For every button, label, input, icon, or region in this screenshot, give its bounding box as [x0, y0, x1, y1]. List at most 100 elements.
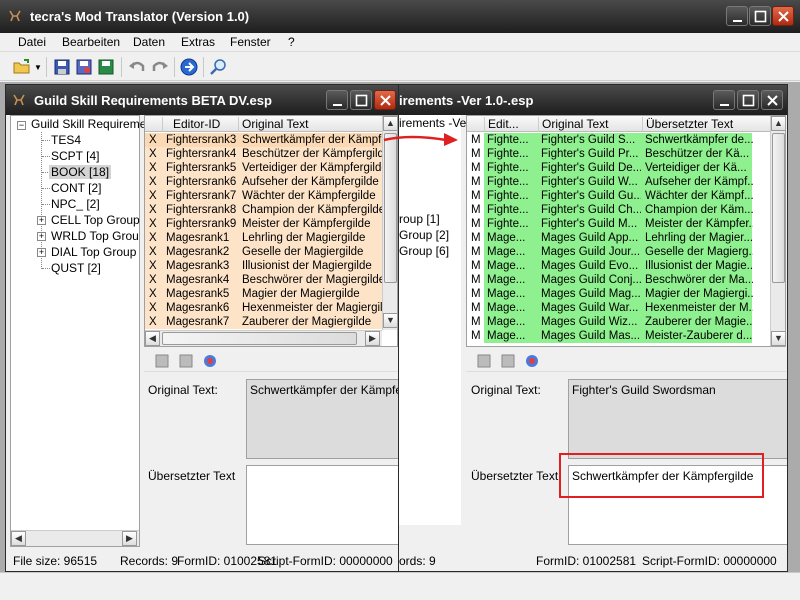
right-vscroll-thumb[interactable] — [772, 133, 785, 283]
table-row[interactable]: M Mage... Mages Guild App... Lehrling der M… — [467, 231, 770, 245]
tree-item-cont[interactable]: CONT [2] — [51, 181, 101, 195]
table-row[interactable]: M Mage... Mages Guild Conj... Beschwörer de… — [467, 273, 770, 287]
menu-bearbeiten[interactable]: Bearbeiten — [62, 35, 120, 49]
right-maximize-button[interactable] — [737, 90, 759, 110]
menu-datei[interactable]: Datei — [18, 35, 46, 49]
table-row[interactable]: M Mage... Mages Guild War... Hexenmeister d… — [467, 301, 770, 315]
scroll-left-icon[interactable]: ◀ — [11, 531, 26, 546]
table-row[interactable]: M Mage... Mages Guild Jour... Geselle der M… — [467, 245, 770, 259]
save-icon[interactable] — [154, 353, 170, 369]
right-tree-item[interactable]: Group [6] — [399, 244, 449, 258]
app-titlebar[interactable]: tecra's Mod Translator (Version 1.0) — [0, 0, 800, 33]
table-row[interactable]: M Mage... Mages Guild Evo... Illusionist de… — [467, 259, 770, 273]
table-row[interactable]: X Magesrank2 Geselle der Magiergilde — [145, 245, 382, 259]
open-folder-icon[interactable] — [12, 57, 32, 77]
maximize-button[interactable] — [749, 6, 771, 26]
translate-icon[interactable] — [524, 353, 540, 369]
right-col-editor-id[interactable]: Edit... — [484, 117, 538, 132]
table-row[interactable]: X Magesrank5 Magier der Magiergilde — [145, 287, 382, 301]
collapse-icon[interactable]: − — [17, 121, 26, 130]
table-row[interactable]: M Fighte... Fighter's Guild De... Verteidig… — [467, 161, 770, 175]
left-tree[interactable]: − Guild Skill Requireme TES4 SCPT [4] BO… — [10, 115, 146, 547]
left-vscroll-thumb[interactable] — [384, 133, 397, 283]
scroll-right-icon[interactable]: ▶ — [365, 331, 380, 346]
table-row[interactable]: X Fightersrank9 Meister der Kämpfergilde — [145, 217, 382, 231]
table-row[interactable]: X Magesrank7 Zauberer der Magiergilde — [145, 315, 382, 329]
right-records-grid[interactable]: Edit... Original Text Übersetzter Text M… — [466, 115, 786, 347]
menu-daten[interactable]: Daten — [133, 35, 165, 49]
tree-hscroll[interactable]: ◀ ▶ — [11, 530, 139, 546]
right-tree-root[interactable]: irements -Ver — [399, 116, 470, 130]
translate-icon[interactable] — [202, 353, 218, 369]
tree-item-cell[interactable]: CELL Top Group — [51, 213, 140, 227]
right-original-text[interactable]: Fighter's Guild Swordsman — [568, 379, 787, 459]
scroll-down-icon[interactable]: ▼ — [383, 313, 397, 328]
right-tree-item[interactable]: roup [1] — [399, 212, 440, 226]
window-left-file[interactable]: Guild Skill Requirements BETA DV.esp − G… — [5, 84, 399, 572]
left-translated-input[interactable] — [246, 465, 398, 545]
left-records-grid[interactable]: Editor-ID Original Text X Fightersrank3 Sc… — [144, 115, 398, 347]
left-hscroll-thumb[interactable] — [162, 332, 357, 345]
save-icon[interactable] — [52, 57, 72, 77]
table-row[interactable]: M Fighte... Fighter's Guild Ch... Champion … — [467, 203, 770, 217]
save-as-icon[interactable] — [500, 353, 516, 369]
expand-icon[interactable]: + — [37, 232, 46, 241]
menu-extras[interactable]: Extras — [181, 35, 215, 49]
left-minimize-button[interactable] — [326, 90, 348, 110]
table-row[interactable]: X Magesrank6 Hexenmeister der Magiergilde — [145, 301, 382, 315]
table-row[interactable]: M Mage... Mages Guild Mag... Magier der Mag… — [467, 287, 770, 301]
right-tree-item[interactable]: Group [2] — [399, 228, 449, 242]
table-row[interactable]: M Fighte... Fighter's Guild Pr... Beschütze… — [467, 147, 770, 161]
tree-item-npc[interactable]: NPC_ [2] — [51, 197, 100, 211]
menu-fenster[interactable]: Fenster — [230, 35, 271, 49]
save-icon[interactable] — [476, 353, 492, 369]
redo-icon[interactable] — [150, 57, 170, 77]
table-row[interactable]: X Magesrank3 Illusionist der Magiergilde — [145, 259, 382, 273]
scroll-right-icon[interactable]: ▶ — [122, 531, 137, 546]
tree-item-qust[interactable]: QUST [2] — [51, 261, 101, 275]
table-row[interactable]: X Fightersrank8 Champion der Kämpfergilde — [145, 203, 382, 217]
left-window-titlebar[interactable]: Guild Skill Requirements BETA DV.esp — [6, 85, 398, 115]
right-col-translated[interactable]: Übersetzter Text — [642, 117, 752, 132]
save-as-icon[interactable] — [178, 353, 194, 369]
tree-item-scpt[interactable]: SCPT [4] — [51, 149, 99, 163]
tree-item-wrld[interactable]: WRLD Top Grou — [51, 229, 139, 243]
undo-icon[interactable] — [127, 57, 147, 77]
table-row[interactable]: M Mage... Mages Guild Mas... Meister-Zauber… — [467, 329, 770, 343]
table-row[interactable]: M Fighte... Fighter's Guild W... Aufseher d… — [467, 175, 770, 189]
close-button[interactable] — [772, 6, 794, 26]
save-all-icon[interactable] — [96, 57, 116, 77]
tree-item-dial[interactable]: DIAL Top Group — [51, 245, 136, 259]
expand-icon[interactable]: + — [37, 216, 46, 225]
table-row[interactable]: M Fighte... Fighter's Guild M... Meister de… — [467, 217, 770, 231]
tree-root[interactable]: Guild Skill Requireme — [31, 117, 146, 131]
table-row[interactable]: X Fightersrank7 Wächter der Kämpfergilde — [145, 189, 382, 203]
expand-icon[interactable]: + — [37, 248, 46, 257]
left-col-original[interactable]: Original Text — [238, 117, 383, 132]
table-row[interactable]: X Fightersrank6 Aufseher der Kämpfergilde — [145, 175, 382, 189]
left-col-editor-id[interactable]: Editor-ID — [162, 117, 238, 132]
tree-item-book-selected[interactable]: BOOK [18] — [49, 165, 112, 179]
tree-item-tes4[interactable]: TES4 — [51, 133, 81, 147]
right-col-original[interactable]: Original Text — [538, 117, 642, 132]
go-icon[interactable] — [179, 57, 199, 77]
left-col-flag[interactable] — [145, 117, 162, 132]
left-maximize-button[interactable] — [350, 90, 372, 110]
left-grid-hscroll[interactable]: ◀ ▶ — [145, 330, 382, 346]
right-close-button[interactable] — [761, 90, 783, 110]
scroll-left-icon[interactable]: ◀ — [145, 331, 160, 346]
right-col-flag[interactable] — [467, 117, 484, 132]
menu-help[interactable]: ? — [288, 35, 295, 49]
minimize-button[interactable] — [726, 6, 748, 26]
right-minimize-button[interactable] — [713, 90, 735, 110]
left-original-text[interactable]: Schwertkämpfer der Kämpfergilde — [246, 379, 398, 459]
table-row[interactable]: M Fighte... Fighter's Guild S... Schwertkäm… — [467, 133, 770, 147]
save-as-icon[interactable] — [74, 57, 94, 77]
scroll-down-icon[interactable]: ▼ — [771, 331, 785, 346]
table-row[interactable]: X Magesrank4 Beschwörer der Magiergilde — [145, 273, 382, 287]
table-row[interactable]: X Fightersrank3 Schwertkämpfer der Kämpf — [145, 133, 382, 147]
right-grid-vscroll[interactable]: ▲ ▼ — [770, 116, 785, 346]
table-row[interactable]: X Fightersrank4 Beschützer der Kämpfergild… — [145, 147, 382, 161]
chevron-down-icon[interactable]: ▼ — [34, 63, 42, 72]
scroll-up-icon[interactable]: ▲ — [771, 116, 785, 131]
